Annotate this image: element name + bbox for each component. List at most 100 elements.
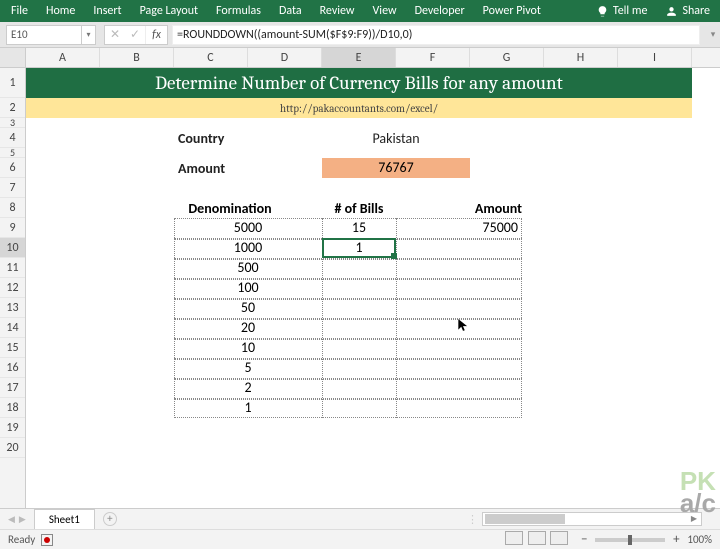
lightbulb-icon [596,5,609,18]
view-normal-icon[interactable] [505,531,523,545]
row-16[interactable]: 16 [0,358,25,378]
col-I[interactable]: I [618,48,692,67]
row-5[interactable]: 5 [0,148,25,158]
macro-record-icon[interactable] [41,534,53,546]
denom-6[interactable]: 10 [174,338,322,358]
row-19[interactable]: 19 [0,418,25,438]
col-B[interactable]: B [100,48,174,67]
tab-data[interactable]: Data [270,0,311,22]
zoom-level[interactable]: 100% [687,533,712,546]
view-buttons [504,531,569,548]
tab-formulas[interactable]: Formulas [207,0,270,22]
header-amount: Amount [422,200,522,217]
sheet-nav-prev-icon[interactable]: ◀ [6,514,17,525]
sheet-area: 1 2 3 4 5 6 7 8 9 10 11 12 13 14 15 16 1… [0,68,720,508]
sheet-tabs-bar: ◀ ▶ Sheet1 + ⋮ ◀ ▶ [0,508,720,529]
formula-expand-icon[interactable]: ▾ [706,29,720,40]
row-14[interactable]: 14 [0,318,25,338]
bills-1[interactable]: 1 [322,238,396,258]
col-F[interactable]: F [396,48,470,67]
status-ready: Ready [0,533,35,546]
bills-0[interactable]: 15 [322,218,396,238]
denom-1[interactable]: 1000 [174,238,322,258]
ribbon-tabs: File Home Insert Page Layout Formulas Da… [0,0,720,22]
denom-8[interactable]: 2 [174,378,322,398]
scroll-right-icon[interactable]: ▶ [687,513,701,525]
row-6[interactable]: 6 [0,158,25,178]
row-10[interactable]: 10 [0,238,25,258]
zoom-slider[interactable] [595,538,665,542]
sheet-nav-next-icon[interactable]: ▶ [17,514,28,525]
row-13[interactable]: 13 [0,298,25,318]
amount-label: Amount [178,160,225,177]
row-3[interactable]: 3 [0,118,25,128]
tell-me[interactable]: Tell me [588,4,656,18]
sheet-title: Determine Number of Currency Bills for a… [26,68,692,98]
tab-review[interactable]: Review [311,0,364,22]
row-18[interactable]: 18 [0,398,25,418]
row-7[interactable]: 7 [0,178,25,198]
zoom-in-button[interactable]: + [669,532,683,547]
enter-icon[interactable]: ✓ [125,26,145,44]
view-page-break-icon[interactable] [550,531,568,545]
denom-3[interactable]: 100 [174,278,322,298]
person-icon [665,5,678,18]
select-all-corner[interactable] [0,48,26,67]
share-button[interactable]: Share [655,4,720,18]
tab-view[interactable]: View [364,0,406,22]
tab-insert[interactable]: Insert [84,0,130,22]
col-G[interactable]: G [470,48,544,67]
amount-value[interactable]: 76767 [322,158,470,178]
col-D[interactable]: D [248,48,322,67]
col-A[interactable]: A [26,48,100,67]
status-bar: Ready − + 100% [0,529,720,549]
amount-0[interactable]: 75000 [396,218,522,238]
header-denomination: Denomination [174,200,286,217]
tab-page-layout[interactable]: Page Layout [131,0,207,22]
denom-5[interactable]: 20 [174,318,322,338]
zoom-knob[interactable] [628,535,632,545]
sheet-tab-1[interactable]: Sheet1 [34,509,95,529]
row-8[interactable]: 8 [0,198,25,218]
tab-file[interactable]: File [2,0,37,22]
view-page-layout-icon[interactable] [528,531,546,545]
row-1[interactable]: 1 [0,68,25,98]
tab-home[interactable]: Home [37,0,84,22]
spreadsheet-grid[interactable]: Determine Number of Currency Bills for a… [26,68,720,508]
name-box-value: E10 [7,28,81,41]
add-sheet-button[interactable]: + [103,512,117,526]
tab-developer[interactable]: Developer [406,0,474,22]
header-bills: # of Bills [322,200,396,217]
denom-0[interactable]: 5000 [174,218,322,238]
horizontal-scrollbar[interactable]: ◀ ▶ [482,512,702,526]
col-E[interactable]: E [322,48,396,67]
row-4[interactable]: 4 [0,128,25,148]
denom-2[interactable]: 500 [174,258,322,278]
row-11[interactable]: 11 [0,258,25,278]
country-value: Pakistan [322,130,470,147]
row-9[interactable]: 9 [0,218,25,238]
row-17[interactable]: 17 [0,378,25,398]
fx-icon[interactable]: fx [145,26,167,44]
row-20[interactable]: 20 [0,438,25,458]
sheet-nav: ◀ ▶ [0,514,34,525]
zoom-control: − + 100% [569,532,720,547]
name-box[interactable]: E10 ▾ [6,25,96,45]
denom-9[interactable]: 1 [174,398,322,418]
row-12[interactable]: 12 [0,278,25,298]
row-2[interactable]: 2 [0,98,25,118]
tab-power-pivot[interactable]: Power Pivot [474,0,550,22]
row-15[interactable]: 15 [0,338,25,358]
name-box-dropdown-icon[interactable]: ▾ [81,26,95,44]
col-H[interactable]: H [544,48,618,67]
col-C[interactable]: C [174,48,248,67]
denom-7[interactable]: 5 [174,358,322,378]
denom-4[interactable]: 50 [174,298,322,318]
formula-input[interactable]: =ROUNDDOWN((amount-SUM($F$9:F9))/D10,0) [172,25,700,45]
sheet-link[interactable]: http://pakaccountants.com/excel/ [26,98,692,118]
cancel-icon[interactable]: ✕ [105,26,125,44]
zoom-out-button[interactable]: − [577,532,591,547]
column-headers: A B C D E F G H I [0,48,720,68]
formula-buttons: ✕ ✓ fx [104,25,168,45]
scroll-thumb[interactable] [485,514,565,524]
